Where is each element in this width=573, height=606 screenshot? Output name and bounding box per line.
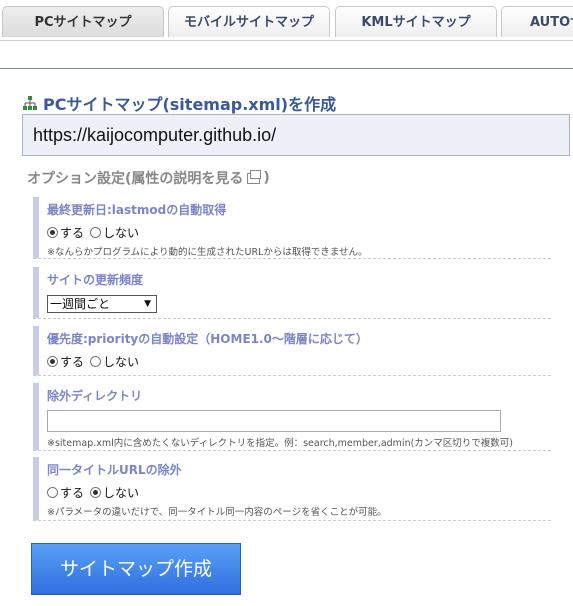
exclude-dir-section: 除外ディレクトリ ※sitemap.xml内に含めたくないディレクトリを指定。例… — [33, 383, 551, 451]
same-title-yes-radio[interactable] — [47, 487, 58, 498]
same-title-radio-group: する しない — [47, 484, 551, 501]
same-title-yes-label: する — [60, 486, 85, 500]
same-title-title: 同一タイトルURLの除外 — [47, 463, 182, 477]
lastmod-yes-radio[interactable] — [47, 227, 58, 238]
tab-kml-sitemap[interactable]: KMLサイトマップ — [335, 6, 497, 37]
changefreq-section: サイトの更新頻度 一週間ごと ▼ — [33, 267, 551, 319]
exclude-dir-title: 除外ディレクトリ — [47, 389, 143, 403]
priority-yes-radio[interactable] — [47, 356, 58, 367]
section-divider — [0, 68, 573, 69]
page-title-text: PCサイトマップ(sitemap.xml)を作成 — [43, 95, 337, 114]
create-sitemap-button[interactable]: サイトマップ作成 — [31, 543, 241, 595]
same-title-note: ※パラメータの違いだけで、同一タイトル同一内容のページを省くことが可能。 — [47, 507, 387, 518]
priority-no-label: しない — [103, 355, 140, 369]
priority-no-radio[interactable] — [90, 356, 102, 367]
lastmod-no-radio[interactable] — [90, 227, 102, 238]
exclude-dir-note: ※sitemap.xml内に含めたくないディレクトリを指定。例：search,m… — [47, 438, 514, 449]
same-title-no-radio[interactable] — [90, 487, 102, 498]
priority-title: 優先度:priorityの自動設定（HOME1.0～階層に応じて） — [47, 332, 368, 346]
url-input[interactable]: https://kaijocomputer.github.io/ — [22, 114, 570, 156]
tab-auto[interactable]: AUTOサ — [501, 6, 573, 37]
lastmod-section: 最終更新日:lastmodの自動取得 する しない ※なんらかプログラムにより動… — [33, 197, 551, 259]
lastmod-title: 最終更新日:lastmodの自動取得 — [47, 203, 227, 217]
same-title-section: 同一タイトルURLの除外 する しない ※パラメータの違いだけで、同一タイトル同… — [33, 457, 551, 521]
tab-divider — [0, 40, 573, 41]
new-window-icon — [247, 169, 262, 184]
priority-yes-label: する — [60, 355, 85, 369]
lastmod-note: ※なんらかプログラムにより動的に生成されたURLからは取得できません。 — [47, 247, 368, 258]
options-title-text: オプション設定(属性の説明を見る — [27, 171, 244, 187]
tab-mobile-sitemap[interactable]: モバイルサイトマップ — [168, 6, 330, 37]
options-title-suffix: ) — [263, 170, 270, 186]
chevron-down-icon: ▼ — [144, 299, 151, 309]
changefreq-selected: 一週間ごと — [50, 297, 111, 311]
lastmod-yes-label: する — [60, 226, 85, 240]
priority-radio-group: する しない — [47, 353, 551, 370]
tab-pc-sitemap[interactable]: PCサイトマップ — [2, 6, 164, 37]
lastmod-no-label: しない — [103, 226, 140, 240]
priority-section: 優先度:priorityの自動設定（HOME1.0～階層に応じて） する しない — [33, 326, 551, 376]
changefreq-select[interactable]: 一週間ごと ▼ — [47, 295, 157, 313]
tab-bar: PCサイトマップ モバイルサイトマップ KMLサイトマップ AUTOサ — [0, 0, 573, 42]
exclude-dir-input[interactable] — [47, 410, 501, 432]
same-title-no-label: しない — [103, 486, 140, 500]
page-title: PCサイトマップ(sitemap.xml)を作成 — [22, 91, 336, 115]
changefreq-title: サイトの更新頻度 — [47, 273, 144, 287]
sitemap-icon — [23, 96, 37, 110]
options-link[interactable]: オプション設定(属性の説明を見る ) — [27, 168, 270, 188]
lastmod-radio-group: する しない — [47, 224, 551, 241]
